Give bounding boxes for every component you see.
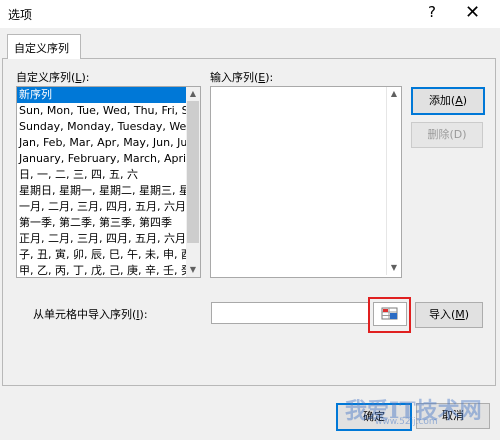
scroll-down-icon[interactable]: ▼ (387, 261, 401, 275)
list-item[interactable]: 日, 一, 二, 三, 四, 五, 六 (17, 167, 186, 183)
custom-lists-scrollbar[interactable]: ▲ ▼ (186, 86, 201, 278)
list-entries-textarea[interactable]: ▲ ▼ (210, 86, 402, 278)
import-button[interactable]: 导入(M) (415, 302, 483, 328)
delete-button[interactable]: 删除(D) (411, 122, 483, 148)
list-item[interactable]: 星期日, 星期一, 星期二, 星期三, 星 (17, 183, 186, 199)
import-range-input[interactable] (211, 302, 370, 324)
scroll-up-icon[interactable]: ▲ (186, 87, 200, 101)
list-entries-label: 输入序列(E): (210, 71, 274, 84)
watermark-url: www.52ij.com (375, 417, 438, 427)
close-button[interactable]: ✕ (465, 2, 480, 23)
list-item[interactable]: 正月, 二月, 三月, 四月, 五月, 六月, (17, 231, 186, 247)
window-title: 选项 (8, 8, 33, 22)
list-item[interactable]: Sun, Mon, Tue, Wed, Thu, Fri, S (17, 103, 186, 119)
help-button[interactable]: ? (428, 3, 436, 21)
scroll-up-icon[interactable]: ▲ (387, 87, 401, 101)
list-entries-scrollbar[interactable]: ▲ ▼ (386, 87, 401, 275)
list-item[interactable]: 一月, 二月, 三月, 四月, 五月, 六月, (17, 199, 186, 215)
list-item[interactable]: January, February, March, April, (17, 151, 186, 167)
title-bar (0, 0, 500, 28)
highlight-annotation (368, 297, 411, 333)
import-label: 从单元格中导入序列(I): (33, 308, 148, 321)
list-item[interactable]: 子, 丑, 寅, 卯, 辰, 巳, 午, 未, 申, 酉 (17, 247, 186, 263)
custom-lists-listbox[interactable]: 新序列 Sun, Mon, Tue, Wed, Thu, Fri, S Sunday… (16, 86, 187, 278)
list-item[interactable]: 第一季, 第二季, 第三季, 第四季 (17, 215, 186, 231)
tab-label: 自定义序列 (14, 42, 69, 55)
custom-lists-label: 自定义序列(L): (16, 71, 90, 84)
add-button[interactable]: 添加(A) (411, 87, 485, 115)
scroll-down-icon[interactable]: ▼ (186, 263, 200, 277)
list-item[interactable]: 新序列 (17, 87, 186, 103)
list-item[interactable]: 甲, 乙, 丙, 丁, 戊, 己, 庚, 辛, 壬, 癸 (17, 263, 186, 277)
tab-custom-lists[interactable]: 自定义序列 (7, 34, 81, 59)
list-item[interactable]: Jan, Feb, Mar, Apr, May, Jun, Ju (17, 135, 186, 151)
scroll-thumb[interactable] (187, 101, 199, 243)
list-item[interactable]: Sunday, Monday, Tuesday, Wed (17, 119, 186, 135)
